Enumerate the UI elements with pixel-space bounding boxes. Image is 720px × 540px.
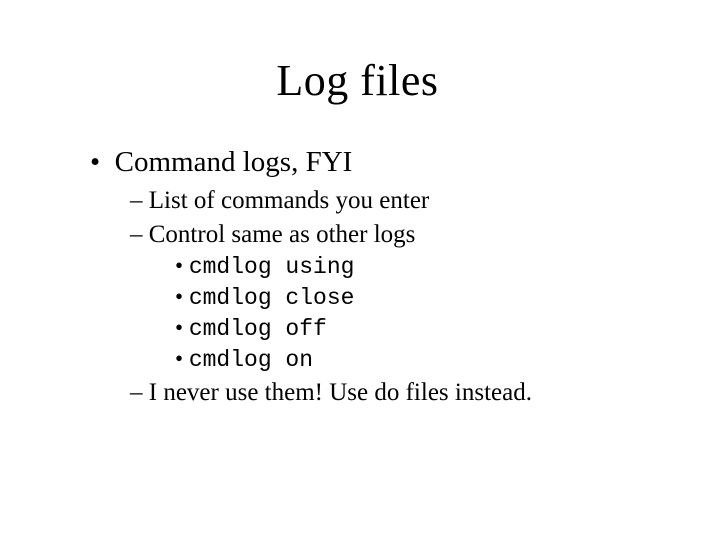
code-cmdlog-off: cmdlog off bbox=[189, 316, 327, 342]
bullet-cmdlog-off: cmdlog off bbox=[175, 315, 660, 342]
bullet-cmdlog-close: cmdlog close bbox=[175, 284, 660, 311]
bullets-level1: Command logs, FYI bbox=[55, 146, 660, 179]
slide-title: Log files bbox=[55, 55, 660, 106]
code-cmdlog-close: cmdlog close bbox=[189, 285, 355, 311]
bullets-level3: cmdlog using cmdlog close cmdlog off cmd… bbox=[55, 253, 660, 373]
code-cmdlog-on: cmdlog on bbox=[189, 347, 313, 373]
bullet-list-of-commands: List of commands you enter bbox=[130, 187, 660, 215]
bullet-cmdlog-on: cmdlog on bbox=[175, 346, 660, 373]
bullets-level2-top: List of commands you enter Control same … bbox=[55, 187, 660, 249]
bullets-level2-bottom: I never use them! Use do files instead. bbox=[55, 379, 660, 407]
slide: Log files Command logs, FYI List of comm… bbox=[0, 0, 720, 540]
bullet-cmdlog-using: cmdlog using bbox=[175, 253, 660, 280]
bullet-command-logs: Command logs, FYI bbox=[90, 146, 660, 179]
code-cmdlog-using: cmdlog using bbox=[189, 254, 355, 280]
bullet-never-use: I never use them! Use do files instead. bbox=[130, 379, 660, 407]
bullet-control-same: Control same as other logs bbox=[130, 221, 660, 249]
